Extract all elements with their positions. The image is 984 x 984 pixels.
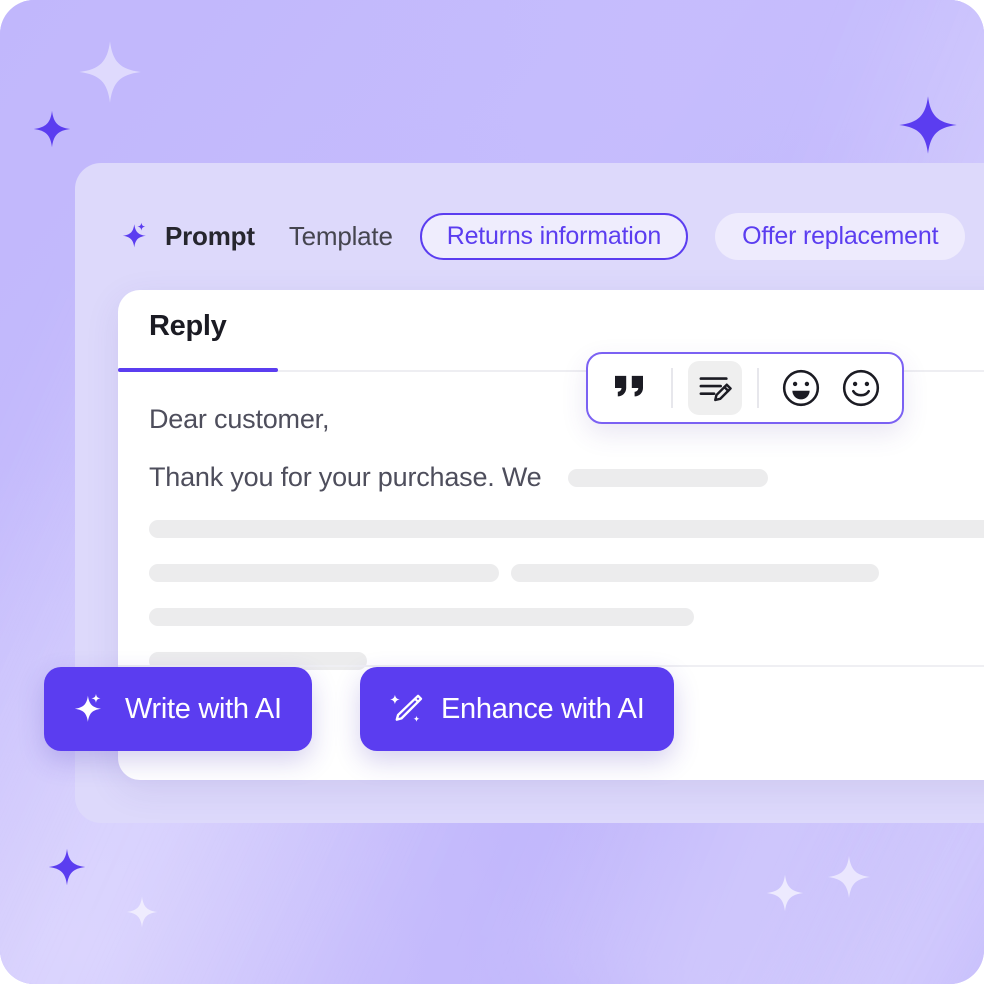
- write-with-ai-button[interactable]: Write with AI: [44, 667, 312, 751]
- enhance-with-ai-label: Enhance with AI: [441, 692, 645, 725]
- toolbar-divider: [757, 368, 759, 408]
- quote-icon-button[interactable]: [602, 361, 656, 415]
- edit-lines-icon-button[interactable]: [688, 361, 742, 415]
- chip-offer-replacement[interactable]: Offer replacement: [715, 212, 966, 260]
- template-tab[interactable]: Template: [289, 221, 393, 252]
- smiley-smile-icon: [841, 368, 881, 408]
- sparkle-bottom-right-light-icon: [827, 855, 871, 899]
- sparkle-top-left-light-icon: [78, 40, 142, 104]
- skeleton-row: [149, 564, 984, 582]
- format-toolbar: [586, 352, 904, 424]
- toolbar-divider: [671, 368, 673, 408]
- screenshot-stage: Prompt Template Returns information Offe…: [0, 0, 984, 984]
- sparkle-top-right-dark-icon: [898, 95, 958, 155]
- skeleton-bar: [511, 564, 879, 582]
- skeleton-row: [149, 520, 984, 538]
- smiley-smile-icon-button[interactable]: [834, 361, 888, 415]
- quote-icon: [613, 374, 645, 402]
- smiley-grin-icon: [781, 368, 821, 408]
- write-with-ai-label: Write with AI: [125, 692, 282, 725]
- skeleton-bar: [149, 608, 694, 626]
- smiley-grin-icon-button[interactable]: [774, 361, 828, 415]
- reply-paragraph: Thank you for your purchase. We: [149, 462, 542, 492]
- reply-paragraph-row: Thank you for your purchase. We: [149, 462, 984, 493]
- sparkle-bottom-mid-light-icon: [766, 874, 804, 912]
- skeleton-bar: [149, 520, 984, 538]
- skeleton-bar: [149, 564, 499, 582]
- prompt-tabbar: Prompt Template Returns information Offe…: [122, 210, 966, 262]
- prompt-tab[interactable]: Prompt: [122, 221, 255, 252]
- enhance-with-ai-button[interactable]: Enhance with AI: [360, 667, 675, 751]
- skeleton-row: [149, 608, 984, 626]
- sparkle-bottom-left-dark-icon: [48, 848, 86, 886]
- chip-returns-information[interactable]: Returns information: [419, 212, 689, 260]
- sparkle-left-small-dark-icon: [33, 110, 71, 148]
- magic-wand-icon: [390, 692, 424, 726]
- sparkle-icon: [122, 221, 152, 251]
- tab-reply[interactable]: Reply: [149, 310, 227, 343]
- edit-lines-icon: [698, 372, 732, 404]
- prompt-tab-label: Prompt: [165, 220, 255, 251]
- skeleton-bar: [567, 468, 768, 487]
- sparkle-icon: [74, 692, 108, 726]
- sparkle-bottom-left-light-icon: [126, 896, 158, 928]
